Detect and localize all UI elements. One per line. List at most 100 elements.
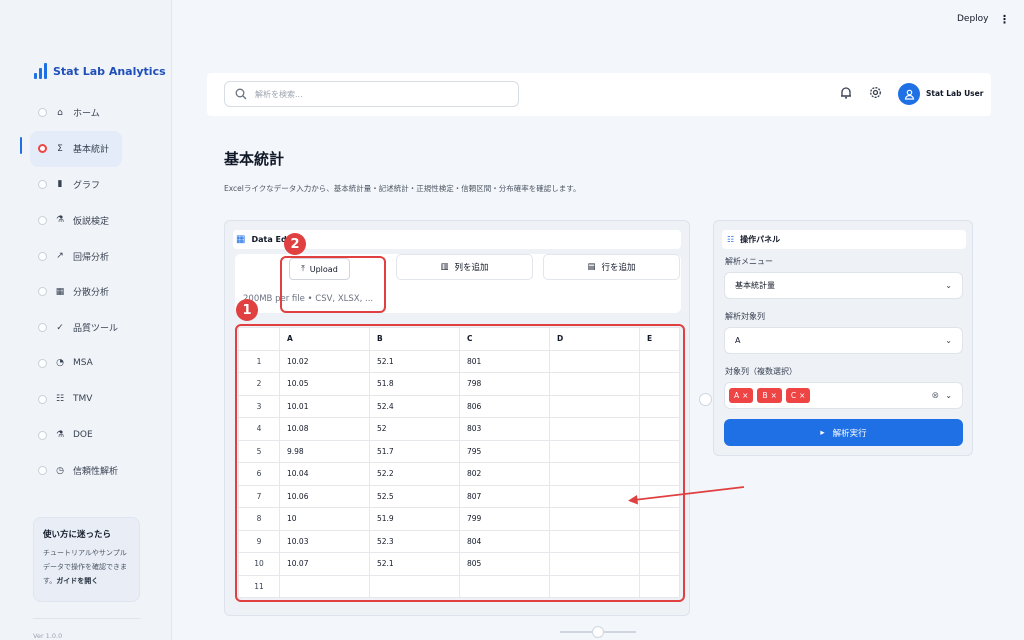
sidebar-item[interactable]: ✓ 品質ツール (30, 310, 122, 346)
sidebar-item[interactable]: ⚗ DOE (30, 417, 122, 453)
brand-name: Stat Lab Analytics (53, 64, 166, 78)
sidebar-item-label: TMV (73, 394, 93, 405)
page-description: Excelライクなデータ入力から、基本統計量・記述統計・正規性検定・信頼区間・分… (224, 184, 581, 193)
chip-label: C (790, 391, 797, 400)
sidebar-divider (33, 618, 140, 619)
help-title: 使い方に迷ったら (43, 530, 112, 540)
nav-icon: ◷ (56, 465, 64, 476)
sidebar-item[interactable]: ☷ TMV (30, 381, 122, 417)
sidebar-item[interactable]: ◷ 信頼性解析 (30, 453, 122, 489)
analysis-menu-label: 解析メニュー (725, 257, 773, 266)
radio-icon (38, 144, 47, 154)
rows-icon: ▤ (587, 262, 596, 272)
add-column-button[interactable]: ▥ 列を追加 (396, 254, 533, 280)
sidebar-item[interactable]: ↗ 回帰分析 (30, 238, 122, 274)
nav-icon: ▮ (57, 179, 63, 190)
operation-panel-title: 操作パネル (740, 235, 781, 244)
sidebar-item-label: 信頼性解析 (73, 467, 119, 478)
nav-icon: ☷ (55, 394, 65, 405)
run-analysis-label: 解析実行 (832, 428, 867, 439)
annotation-badge-2: 2 (284, 233, 306, 255)
sidebar-nav: ⌂ ホーム Σ 基本統計 ▮ グラフ ⚗ 仮説検定 ↗ 回帰分析 ▦ 分散分析 ✓ 品質ツール ◔ MSA ☷ T… (30, 95, 122, 489)
sidebar-item[interactable]: ⌂ ホーム (30, 95, 122, 131)
sidebar-item[interactable]: ◔ MSA (30, 346, 122, 382)
version-label: Ver 1.0.0 (33, 632, 63, 640)
deploy-button[interactable]: Deploy (957, 14, 989, 24)
radio-icon (38, 394, 47, 404)
target-column-label: 解析対象列 (725, 312, 765, 321)
radio-icon (38, 430, 47, 440)
radio-icon (38, 358, 47, 368)
nav-icon: ⌂ (57, 107, 63, 118)
nav-icon: ↗ (56, 251, 64, 262)
column-chip[interactable]: C × (785, 388, 811, 403)
analysis-menu-select[interactable]: 基本統計量 ⌄ (724, 272, 963, 299)
nav-icon: ◔ (56, 358, 64, 369)
clear-icon[interactable]: ⊗ (931, 391, 939, 401)
chip-label: B (762, 391, 768, 400)
columns-icon: ▥ (440, 262, 449, 272)
sidebar-item[interactable]: Σ 基本統計 (30, 130, 122, 167)
search-box[interactable] (224, 81, 519, 107)
column-chip[interactable]: B × (757, 388, 782, 403)
chevron-down-icon: ⌄ (945, 391, 952, 400)
sidebar-item[interactable]: ▦ 分散分析 (30, 274, 122, 310)
run-analysis-button[interactable]: ▸ 解析実行 (724, 419, 963, 446)
sidebar-item-label: 分散分析 (73, 288, 110, 299)
panel-splitter-handle[interactable] (699, 393, 712, 406)
chip-label: A (734, 391, 740, 400)
radio-icon (38, 287, 47, 297)
radio-icon (38, 179, 47, 189)
play-icon: ▸ (820, 427, 825, 438)
help-text: チュートリアルやサンプルデータで操作を確認できます。ガイドを開く (43, 546, 130, 588)
multi-column-label: 対象列（複数選択） (725, 367, 797, 376)
target-column-select[interactable]: A ⌄ (724, 327, 963, 354)
analysis-menu-value: 基本統計量 (735, 281, 775, 290)
data-editor-title: Data Ed (251, 235, 287, 244)
sidebar-item-label: 回帰分析 (73, 252, 110, 263)
annotation-arrow-icon (628, 486, 745, 505)
nav-icon: ⚗ (55, 430, 65, 441)
add-row-label: 行を追加 (601, 263, 636, 273)
more-menu-icon[interactable]: ⋮ (999, 13, 1010, 26)
remove-icon[interactable]: × (742, 391, 748, 400)
operation-panel-header: ☷ 操作パネル (722, 230, 966, 249)
add-row-button[interactable]: ▤ 行を追加 (543, 254, 680, 280)
column-chip[interactable]: A × (729, 388, 754, 403)
radio-icon (38, 108, 47, 118)
sidebar-item-label: 基本統計 (73, 145, 110, 156)
radio-icon (38, 215, 47, 225)
help-card: 使い方に迷ったら チュートリアルやサンプルデータで操作を確認できます。ガイドを開… (33, 517, 140, 602)
remove-icon[interactable]: × (799, 391, 805, 400)
app-header: Stat Lab User (207, 73, 991, 116)
gear-icon[interactable] (869, 86, 882, 99)
brand[interactable]: Stat Lab Analytics (34, 63, 166, 79)
guide-link[interactable]: ガイドを開く (56, 577, 98, 585)
horizontal-scroll-handle[interactable] (592, 626, 604, 638)
page-title: 基本統計 (224, 150, 285, 168)
multi-column-select[interactable]: A × B × C × ⊗ ⌄ (724, 382, 963, 409)
nav-icon: ✓ (56, 322, 64, 333)
chevron-down-icon: ⌄ (945, 281, 952, 290)
sidebar-item-label: グラフ (73, 180, 101, 191)
annotation-box-2 (280, 256, 386, 313)
table-icon: ▦ (236, 234, 246, 245)
user-name: Stat Lab User (926, 89, 984, 98)
nav-icon: ▦ (55, 286, 65, 297)
chip-list: A × B × C × (729, 388, 814, 403)
sidebar-item-label: DOE (73, 430, 93, 441)
bell-icon[interactable] (840, 86, 852, 99)
sidebar-item[interactable]: ⚗ 仮説検定 (30, 202, 122, 238)
chevron-down-icon: ⌄ (945, 336, 952, 345)
radio-icon (38, 466, 47, 476)
user-avatar[interactable] (898, 83, 920, 105)
operation-panel: ☷ 操作パネル 解析メニュー 基本統計量 ⌄ 解析対象列 A ⌄ 対象列（複数選… (713, 220, 973, 456)
remove-icon[interactable]: × (771, 391, 777, 400)
annotation-badge-1: 1 (236, 299, 258, 321)
search-input[interactable] (255, 89, 485, 99)
brand-logo-icon (34, 63, 47, 79)
sidebar-item-label: MSA (73, 358, 93, 369)
active-indicator (20, 137, 22, 154)
radio-icon (38, 251, 47, 261)
sidebar-item[interactable]: ▮ グラフ (30, 167, 122, 203)
